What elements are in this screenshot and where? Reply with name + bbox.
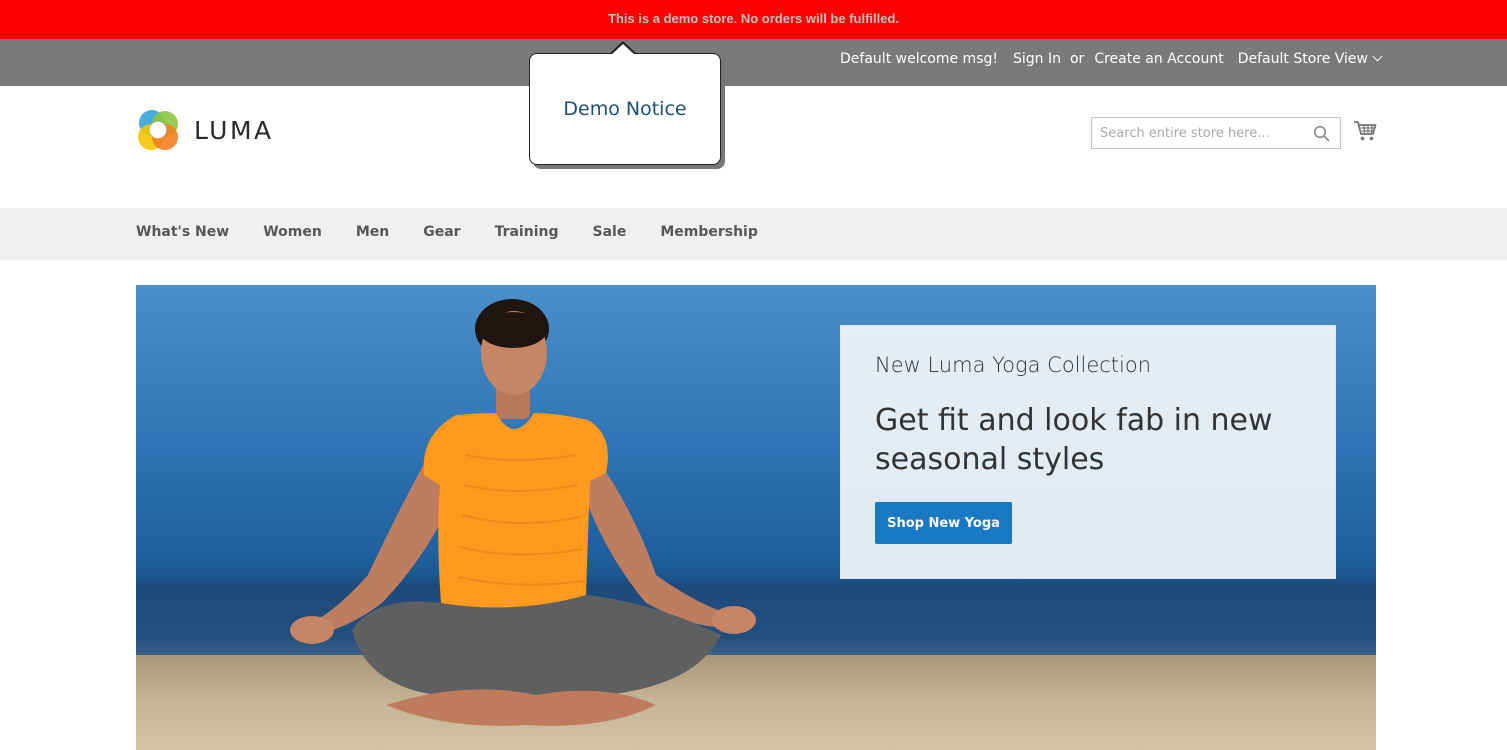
cart-icon[interactable] [1353,120,1377,146]
nav-item-whats-new[interactable]: What's New [136,224,229,240]
hero-subtitle: New Luma Yoga Collection [875,353,1152,377]
nav-menu: What's New Women Men Gear Training Sale … [136,224,792,240]
nav-item-sale[interactable]: Sale [592,224,626,240]
hero-title: Get fit and look fab in new seasonal sty… [875,403,1273,477]
search-icon[interactable] [1313,125,1330,146]
store-view-label: Default Store View [1237,51,1368,67]
hero-promo-box: New Luma Yoga Collection Get fit and loo… [840,325,1336,579]
search-input[interactable] [1092,118,1302,148]
yoga-woman-image [290,299,756,726]
sign-in-link[interactable]: Sign In [1013,51,1061,67]
welcome-message: Default welcome msg! [840,51,998,67]
hero-banner[interactable]: New Luma Yoga Collection Get fit and loo… [136,285,1376,750]
main-navigation: What's New Women Men Gear Training Sale … [0,208,1507,260]
header-links: Default welcome msg! Sign In or Create a… [840,51,1383,67]
demo-notice-text: This is a demo store. No orders will be … [607,11,900,26]
luma-logo-icon [138,110,178,150]
nav-item-men[interactable]: Men [356,224,389,240]
nav-item-gear[interactable]: Gear [423,224,460,240]
store-view-switcher[interactable]: Default Store View [1237,51,1383,67]
logo-text: LUMA [194,115,274,145]
create-account-link[interactable]: Create an Account [1094,51,1223,67]
or-text: or [1069,51,1085,67]
nav-item-membership[interactable]: Membership [660,224,758,240]
header-panel: Default welcome msg! Sign In or Create a… [0,39,1507,86]
nav-item-women[interactable]: Women [263,224,322,240]
nav-item-training[interactable]: Training [495,224,559,240]
logo[interactable]: LUMA [136,108,274,152]
tooltip-text: Demo Notice [563,98,687,120]
demo-notice-bar: This is a demo store. No orders will be … [0,0,1507,39]
shop-new-yoga-button[interactable]: Shop New Yoga [875,502,1012,544]
chevron-down-icon [1372,51,1383,62]
demo-notice-tooltip: Demo Notice [529,41,721,165]
search-box [1091,117,1341,149]
